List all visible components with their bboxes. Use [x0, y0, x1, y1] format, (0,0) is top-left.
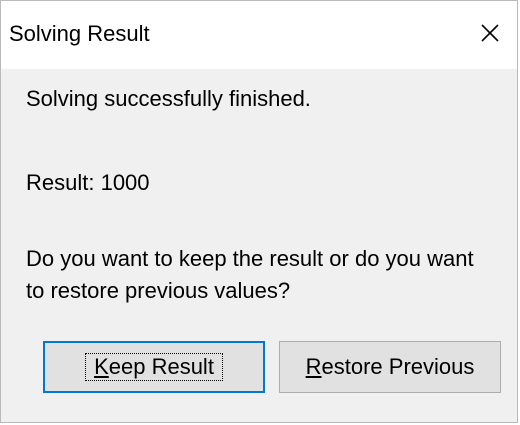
restore-previous-button[interactable]: Restore Previous: [279, 341, 501, 393]
restore-previous-accesskey: R: [305, 354, 322, 379]
keep-result-button[interactable]: Keep Result: [43, 341, 265, 393]
title-bar: Solving Result: [1, 1, 517, 69]
restore-previous-label: Restore Previous: [306, 354, 475, 380]
question-message: Do you want to keep the result or do you…: [26, 246, 474, 303]
focus-indicator: [85, 353, 223, 381]
restore-previous-label-rest: estore Previous: [321, 354, 475, 379]
solving-result-dialog: Solving Result Solving successfully fini…: [0, 0, 518, 423]
close-icon: [481, 24, 499, 42]
window-title: Solving Result: [9, 21, 150, 46]
status-message: Solving successfully finished.: [26, 86, 311, 111]
result-message: Result: 1000: [26, 170, 150, 195]
dialog-body: Solving successfully finished. Result: 1…: [1, 69, 517, 422]
close-button[interactable]: [463, 9, 517, 57]
